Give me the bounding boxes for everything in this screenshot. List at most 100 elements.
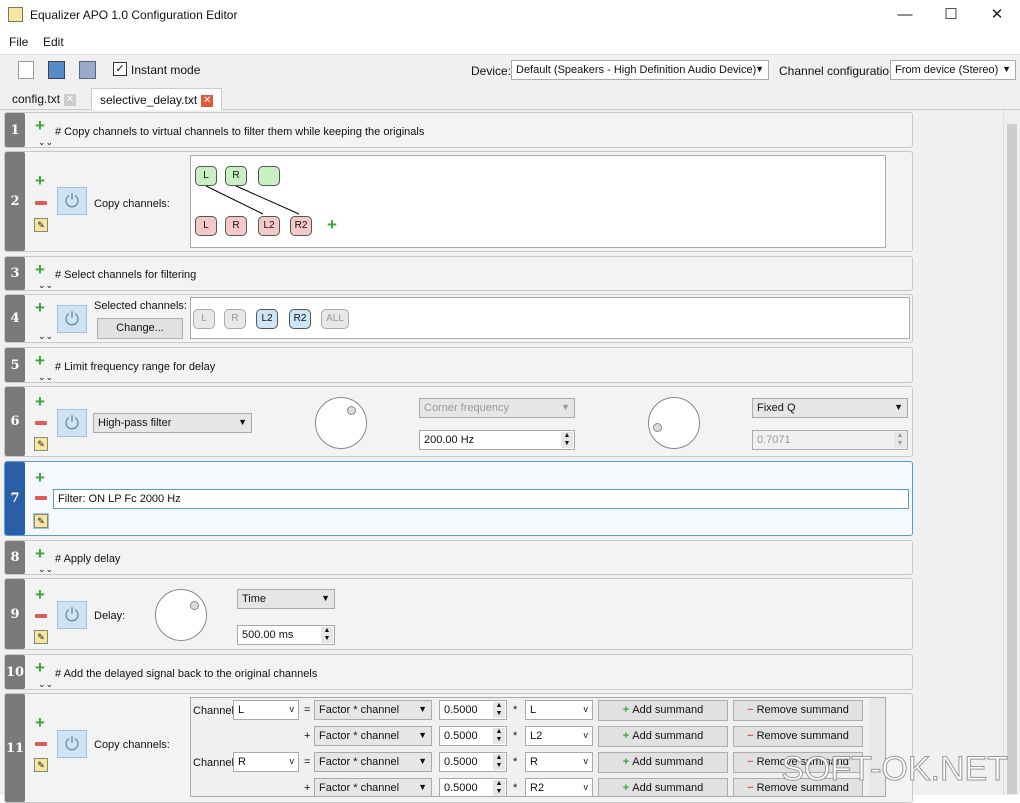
add-channel-icon[interactable]: + xyxy=(327,216,337,233)
menu-file[interactable]: File xyxy=(9,35,28,49)
target-channel-select[interactable]: Rv xyxy=(233,752,299,772)
comment-text[interactable]: # Select channels for filtering xyxy=(55,269,196,281)
summand-mode-select[interactable]: Factor * channel ▼ xyxy=(314,700,432,720)
edit-icon[interactable]: ✎ xyxy=(34,218,48,232)
remove-icon[interactable] xyxy=(35,742,47,746)
comment-text[interactable]: # Add the delayed signal back to the ori… xyxy=(55,668,317,680)
filter-text-input[interactable]: Filter: ON LP Fc 2000 Hz xyxy=(53,489,909,509)
expand-icon[interactable]: ⌄⌄ xyxy=(38,281,53,290)
vertical-scrollbar[interactable] xyxy=(1003,110,1020,795)
edit-icon[interactable]: ✎ xyxy=(33,513,49,529)
instant-mode-checkbox[interactable]: ✓ xyxy=(113,62,127,76)
input-channel-r[interactable]: R xyxy=(225,166,247,186)
remove-icon[interactable] xyxy=(35,614,47,618)
edit-icon[interactable]: ✎ xyxy=(34,758,48,772)
expand-icon[interactable]: ⌄⌄ xyxy=(38,565,53,574)
power-toggle[interactable]: ⏻ xyxy=(57,187,87,215)
output-channel-l2[interactable]: L2 xyxy=(258,216,280,236)
q-input[interactable]: 0.7071 ▲ ▼ xyxy=(752,430,908,450)
delay-knob[interactable] xyxy=(155,589,207,641)
factor-input[interactable]: 0.5000 ▲ ▼ xyxy=(439,752,507,772)
comment-text[interactable]: # Apply delay xyxy=(55,553,120,565)
frequency-mode-select[interactable]: Corner frequency ▼ xyxy=(419,398,575,418)
save-icon[interactable] xyxy=(48,61,65,79)
frequency-knob[interactable] xyxy=(315,397,367,449)
close-tab-icon[interactable]: ✕ xyxy=(201,94,214,107)
expand-icon[interactable]: ⌄⌄ xyxy=(38,332,53,341)
factor-input[interactable]: 0.5000 ▲ ▼ xyxy=(439,726,507,746)
source-channel-select[interactable]: L2 v xyxy=(525,726,593,746)
remove-icon[interactable] xyxy=(35,421,47,425)
power-toggle[interactable]: ⏻ xyxy=(57,601,87,629)
target-channel-select[interactable]: Lv xyxy=(233,700,299,720)
source-channel-select[interactable]: Rv xyxy=(525,752,593,772)
add-icon[interactable]: + xyxy=(35,172,45,189)
output-channel-l[interactable]: L xyxy=(195,216,217,236)
comment-text[interactable]: # Limit frequency range for delay xyxy=(55,361,215,373)
expand-icon[interactable]: ⌄⌄ xyxy=(38,138,53,147)
scroll-thumb[interactable] xyxy=(1007,124,1017,794)
menu-edit[interactable]: Edit xyxy=(43,35,64,49)
new-file-icon[interactable] xyxy=(18,61,34,79)
output-channel-r2[interactable]: R2 xyxy=(290,216,312,236)
close-button[interactable]: ✕ xyxy=(974,0,1020,30)
add-icon[interactable]: + xyxy=(35,261,45,278)
add-summand-button[interactable]: + Add summand xyxy=(598,778,728,796)
device-select[interactable]: Default (Speakers - High Definition Audi… xyxy=(511,60,769,80)
save-as-icon[interactable] xyxy=(79,61,96,79)
summand-mode-select[interactable]: Factor * channel ▼ xyxy=(314,752,432,772)
source-channel-select[interactable]: R2 v xyxy=(525,778,593,796)
add-icon[interactable]: + xyxy=(35,659,45,676)
minimize-button[interactable]: — xyxy=(882,0,928,30)
channel-r[interactable]: R xyxy=(224,309,246,329)
factor-input[interactable]: 0.5000 ▲ ▼ xyxy=(439,778,507,796)
factor-input[interactable]: 0.5000 ▲ ▼ xyxy=(439,700,507,720)
add-summand-button[interactable]: + Add summand xyxy=(598,700,728,721)
add-icon[interactable]: + xyxy=(35,299,45,316)
tab-config[interactable]: config.txt ✕ xyxy=(4,88,84,110)
edit-icon[interactable]: ✎ xyxy=(34,630,48,644)
filter-type-select[interactable]: High-pass filter ▼ xyxy=(93,413,252,433)
add-summand-button[interactable]: + Add summand xyxy=(598,726,728,747)
power-toggle[interactable]: ⏻ xyxy=(57,730,87,758)
channel-r2[interactable]: R2 xyxy=(289,309,311,329)
add-icon[interactable]: + xyxy=(35,469,45,486)
summand-mode-select[interactable]: Factor * channel ▼ xyxy=(314,778,432,796)
expand-icon[interactable]: ⌄⌄ xyxy=(38,373,53,382)
summand-mode-select[interactable]: Factor * channel ▼ xyxy=(314,726,432,746)
channel-routing-area[interactable]: L R L R L2 R2 + xyxy=(190,155,886,248)
channel-config-select[interactable]: From device (Stereo) ▼ xyxy=(890,60,1016,80)
expand-icon[interactable]: ⌄⌄ xyxy=(38,680,53,689)
q-knob[interactable] xyxy=(648,397,700,449)
power-toggle[interactable]: ⏻ xyxy=(57,409,87,437)
tab-selective-delay[interactable]: selective_delay.txt ✕ xyxy=(91,88,223,110)
change-button[interactable]: Change... xyxy=(97,318,183,339)
add-icon[interactable]: + xyxy=(35,117,45,134)
add-icon[interactable]: + xyxy=(35,352,45,369)
remove-summand-button[interactable]: − Remove summand xyxy=(733,700,863,721)
add-summand-button[interactable]: + Add summand xyxy=(598,752,728,773)
channel-all[interactable]: ALL xyxy=(321,309,349,329)
channel-l2[interactable]: L2 xyxy=(256,309,278,329)
input-channel-empty[interactable] xyxy=(258,166,280,186)
input-channel-l[interactable]: L xyxy=(195,166,217,186)
comment-text[interactable]: # Copy channels to virtual channels to f… xyxy=(55,126,424,138)
delay-input[interactable]: 500.00 ms ▲ ▼ xyxy=(237,625,335,645)
maximize-button[interactable]: ☐ xyxy=(928,0,974,30)
close-tab-icon[interactable]: ✕ xyxy=(64,93,77,106)
edit-icon[interactable]: ✎ xyxy=(34,437,48,451)
remove-icon[interactable] xyxy=(35,496,47,500)
add-icon[interactable]: + xyxy=(35,586,45,603)
remove-summand-button[interactable]: − Remove summand xyxy=(733,726,863,747)
source-channel-select[interactable]: Lv xyxy=(525,700,593,720)
remove-icon[interactable] xyxy=(35,201,47,205)
add-icon[interactable]: + xyxy=(35,393,45,410)
output-channel-r[interactable]: R xyxy=(225,216,247,236)
power-toggle[interactable]: ⏻ xyxy=(57,305,87,333)
delay-unit-select[interactable]: Time ▼ xyxy=(237,589,335,609)
q-mode-select[interactable]: Fixed Q ▼ xyxy=(752,398,908,418)
channel-l[interactable]: L xyxy=(193,309,215,329)
add-icon[interactable]: + xyxy=(35,545,45,562)
frequency-input[interactable]: 200.00 Hz ▲ ▼ xyxy=(419,430,575,450)
add-icon[interactable]: + xyxy=(35,714,45,731)
